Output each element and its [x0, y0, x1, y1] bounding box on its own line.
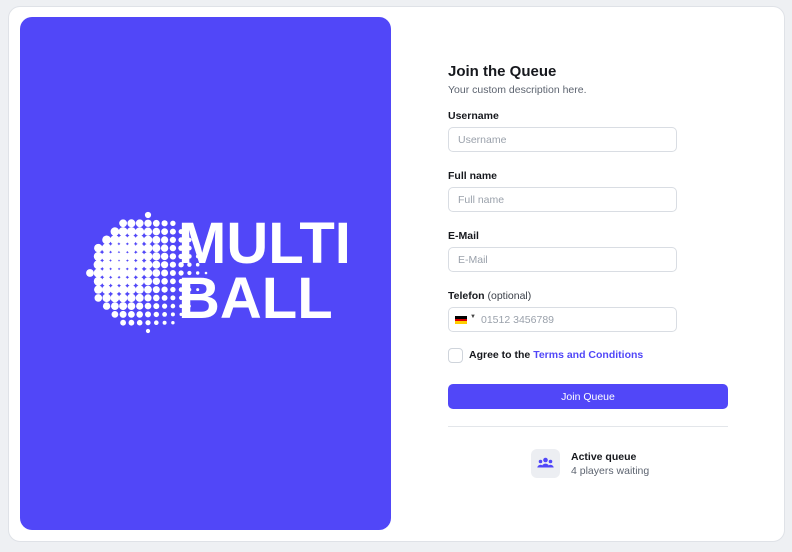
username-input[interactable] [448, 127, 677, 152]
join-queue-button[interactable]: Join Queue [448, 384, 728, 409]
form-title: Join the Queue [448, 63, 557, 80]
brand-panel: MULTI BALL [20, 17, 391, 530]
chevron-down-icon[interactable]: ▼ [470, 314, 476, 320]
divider [448, 426, 728, 427]
email-label: E-Mail [448, 230, 479, 242]
terms-checkbox[interactable] [448, 348, 463, 363]
phone-field: ▼ [448, 307, 677, 332]
queue-status-icon-box [531, 449, 560, 478]
de-flag-icon[interactable] [455, 316, 467, 324]
queue-title: Active queue [571, 451, 637, 463]
email-input[interactable] [448, 247, 677, 272]
agree-prefix: Agree to the [469, 349, 531, 361]
phone-input[interactable] [481, 308, 675, 331]
terms-link[interactable]: Terms and Conditions [533, 349, 643, 361]
queue-count: 4 players waiting [571, 465, 650, 477]
multiball-logo: MULTI BALL [86, 211, 351, 334]
fullname-label: Full name [448, 170, 498, 182]
fullname-input[interactable] [448, 187, 677, 212]
users-icon [537, 457, 554, 468]
username-label: Username [448, 110, 499, 122]
phone-label-text: Telefon [448, 290, 485, 302]
phone-label: Telefon (optional) [448, 290, 531, 302]
phone-optional-text: (optional) [487, 290, 532, 302]
logo-text-ball: BALL [178, 266, 333, 331]
agree-text: Agree to the Terms and Conditions [469, 349, 643, 361]
form-description: Your custom description here. [448, 84, 587, 96]
